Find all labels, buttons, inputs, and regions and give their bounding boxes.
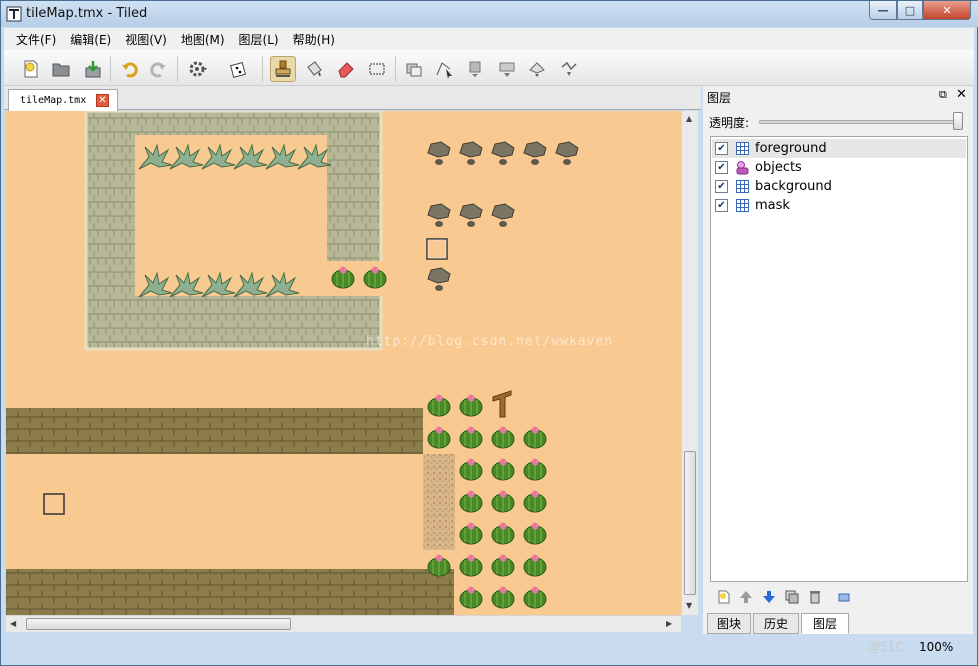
insert-polyline-icon[interactable] [556, 56, 582, 82]
layer-row-background[interactable]: ✔ background [712, 177, 966, 196]
opacity-slider-handle[interactable] [953, 112, 963, 130]
undo-icon[interactable] [117, 56, 143, 82]
open-folder-icon[interactable] [48, 56, 74, 82]
toolbar-separator [262, 56, 263, 82]
select-objects-icon[interactable] [401, 56, 427, 82]
random-dice-icon[interactable] [226, 56, 252, 82]
insert-object-icon[interactable] [462, 56, 488, 82]
visibility-checkbox[interactable]: ✔ [715, 161, 728, 174]
insert-tile-icon[interactable] [494, 56, 520, 82]
vertical-scroll-thumb[interactable] [684, 451, 696, 595]
visibility-checkbox[interactable]: ✔ [715, 142, 728, 155]
tab-layers[interactable]: 图层 [801, 613, 849, 634]
scroll-left-icon[interactable]: ◀ [10, 619, 16, 628]
layer-toolbar [710, 586, 968, 608]
delete-layer-icon[interactable] [805, 587, 825, 607]
menu-bar: 文件(F) 编辑(E) 视图(V) 地图(M) 图层(L) 帮助(H) [4, 28, 974, 50]
visibility-checkbox[interactable]: ✔ [715, 199, 728, 212]
toolbar-separator [395, 56, 396, 82]
tab-label: tileMap.tmx [20, 95, 87, 106]
show-hide-icon[interactable] [834, 587, 854, 607]
tile-layer-icon [734, 198, 750, 214]
layer-name: mask [755, 198, 790, 213]
layer-name: background [755, 179, 832, 194]
scroll-up-icon[interactable]: ▲ [686, 114, 692, 123]
corner-watermark: @51C [868, 640, 904, 654]
layer-name: objects [755, 160, 802, 175]
redo-icon[interactable] [145, 56, 171, 82]
new-layer-icon[interactable] [714, 587, 734, 607]
stamp-brush-icon[interactable] [270, 56, 296, 82]
new-file-icon[interactable] [18, 56, 44, 82]
edit-polygon-icon[interactable] [431, 56, 457, 82]
close-panel-icon[interactable]: ✕ [956, 87, 967, 102]
layer-row-objects[interactable]: ✔ objects [712, 158, 966, 177]
visibility-checkbox[interactable]: ✔ [715, 180, 728, 193]
rect-select-icon[interactable] [364, 56, 390, 82]
layer-list: ✔ foreground ✔ objects ✔ background ✔ ma… [710, 136, 968, 582]
status-bar: @51C 100% [703, 634, 973, 662]
layer-row-foreground[interactable]: ✔ foreground [712, 139, 966, 158]
vertical-scrollbar[interactable]: ▲ ▼ [681, 111, 698, 615]
tab-tilesets[interactable]: 图块 [707, 613, 751, 634]
tiled-app-icon [6, 6, 22, 22]
tile-layer-icon [734, 179, 750, 195]
object-layer-icon [734, 160, 750, 176]
duplicate-layer-icon[interactable] [782, 587, 802, 607]
tile-layer-icon [734, 141, 750, 157]
title-bar: tileMap.tmx - Tiled — □ ✕ [1, 1, 978, 27]
move-down-icon[interactable] [759, 587, 779, 607]
toolbar-separator [177, 56, 178, 82]
zoom-level: 100% [919, 640, 954, 654]
horizontal-scrollbar[interactable]: ◀ ▶ [6, 615, 681, 632]
layer-name: foreground [755, 141, 827, 156]
opacity-label: 透明度: [709, 116, 750, 130]
menu-edit[interactable]: 编辑(E) [64, 31, 117, 48]
close-window-button[interactable]: ✕ [923, 1, 971, 20]
save-icon[interactable] [80, 56, 106, 82]
opacity-slider[interactable] [759, 120, 959, 124]
tab-history[interactable]: 历史 [753, 613, 799, 634]
menu-view[interactable]: 视图(V) [119, 31, 173, 48]
insert-polygon-icon[interactable] [524, 56, 550, 82]
scroll-down-icon[interactable]: ▼ [686, 601, 692, 610]
main-toolbar [4, 50, 974, 86]
tab-tilemap[interactable]: tileMap.tmx ✕ [8, 89, 118, 111]
tile-map-render [6, 111, 579, 615]
menu-help[interactable]: 帮助(H) [287, 31, 341, 48]
app-window: tileMap.tmx - Tiled — □ ✕ 文件(F) 编辑(E) 视图… [0, 0, 978, 666]
move-up-icon[interactable] [736, 587, 756, 607]
window-title: tileMap.tmx - Tiled [26, 6, 148, 21]
bucket-fill-icon[interactable] [301, 56, 327, 82]
panel-title: 图层 [707, 91, 732, 105]
float-panel-icon[interactable]: ⧉ [939, 88, 947, 102]
close-tab-icon[interactable]: ✕ [96, 94, 109, 107]
layer-row-mask[interactable]: ✔ mask [712, 196, 966, 215]
map-canvas[interactable]: http://blog.csdn.net/wwkaven [6, 111, 681, 615]
document-tab-bar: tileMap.tmx ✕ [4, 86, 701, 111]
menu-file[interactable]: 文件(F) [10, 31, 62, 48]
layers-panel: 图层 ⧉ ✕ 透明度: ✔ foreground ✔ objects ✔ bac… [703, 86, 973, 634]
horizontal-scroll-thumb[interactable] [26, 618, 291, 630]
settings-icon[interactable] [185, 56, 211, 82]
minimize-button[interactable]: — [869, 1, 897, 20]
scroll-right-icon[interactable]: ▶ [666, 619, 672, 628]
watermark-text: http://blog.csdn.net/wwkaven [366, 334, 614, 349]
panel-tabs: 图块 历史 图层 [707, 613, 969, 634]
menu-layer[interactable]: 图层(L) [233, 31, 285, 48]
maximize-button[interactable]: □ [897, 1, 923, 20]
toolbar-separator [110, 56, 111, 82]
eraser-icon[interactable] [333, 56, 359, 82]
menu-map[interactable]: 地图(M) [175, 31, 231, 48]
